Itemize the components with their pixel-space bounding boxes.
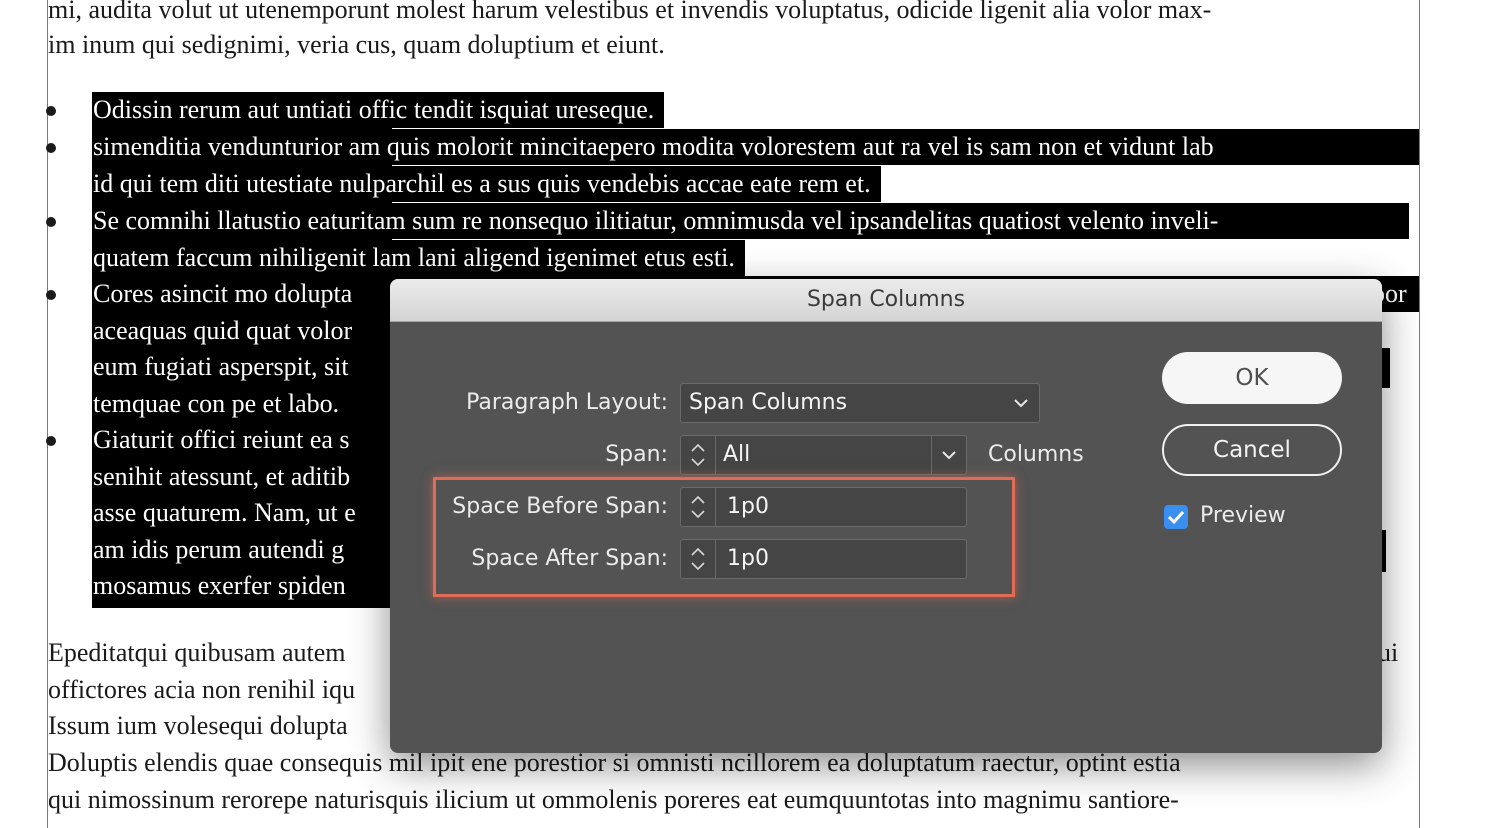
bullet-icon [46, 290, 56, 300]
body-text-line: mi, audita volut ut utenemporunt molest … [48, 0, 1212, 24]
cancel-button[interactable]: Cancel [1162, 424, 1342, 476]
bullet-icon [46, 143, 56, 153]
paragraph-layout-value: Span Columns [689, 390, 848, 415]
chevron-down-icon[interactable] [690, 457, 706, 467]
span-dropdown-button[interactable] [931, 436, 966, 474]
checkmark-icon [1167, 510, 1185, 525]
selected-bullet-text[interactable]: senihit atessunt, et aditib [93, 459, 361, 495]
selected-bullet-text[interactable]: quatem faccum nihiligenit lam lani alige… [93, 240, 745, 276]
preview-label[interactable]: Preview [1200, 503, 1286, 528]
selected-bullet-text[interactable]: asse quaturem. Nam, ut e [93, 495, 366, 531]
selected-bullet-text[interactable]: Odissin rerum aut untiati offic tendit i… [93, 92, 665, 128]
span-unit-label: Columns [988, 442, 1084, 467]
selected-bullet-text[interactable]: Se comnihi llatustio eaturitam sum re no… [93, 203, 1409, 239]
bullet-icon [46, 436, 56, 446]
selected-bullet-text[interactable]: id qui tem diti utestiate nulparchil es … [93, 166, 881, 202]
selected-bullet-text[interactable]: am idis perum autendi g [93, 532, 355, 568]
chevron-down-icon [1014, 399, 1028, 408]
selected-bullet-text[interactable]: Giaturit offici reiunt ea s [93, 422, 360, 458]
body-text-line: im inum qui sedignimi, veria cus, quam d… [48, 30, 665, 59]
bullet-icon [46, 217, 56, 227]
span-label: Span: [605, 442, 668, 467]
preview-checkbox[interactable] [1164, 505, 1188, 529]
body-text-line: offictores acia non renihil iqu [48, 675, 356, 704]
span-value: All [723, 442, 751, 467]
selected-bullet-text[interactable]: aceaquas quid quat volor [93, 313, 363, 349]
annotation-highlight-box [433, 477, 1015, 597]
span-stepper[interactable] [681, 436, 716, 474]
chevron-down-icon [942, 451, 956, 460]
bullet-icon [46, 106, 56, 116]
span-combobox[interactable]: All [680, 435, 967, 475]
ok-button[interactable]: OK [1162, 352, 1342, 404]
body-text-line: qui nimossinum rerorepe naturisquis ilic… [48, 785, 1179, 814]
body-text-line: Issum ium volesequi dolupta [48, 711, 348, 740]
selected-bullet-text[interactable]: simenditia vendunturior am quis molorit … [93, 129, 1419, 165]
paragraph-layout-label: Paragraph Layout: [466, 390, 668, 415]
span-columns-dialog: Span Columns Paragraph Layout: Span Colu… [390, 279, 1382, 753]
selected-bullet-text[interactable]: eum fugiati asperspit, sit [93, 349, 359, 385]
dialog-title: Span Columns [390, 279, 1382, 322]
paragraph-layout-select[interactable]: Span Columns [680, 383, 1040, 423]
selected-bullet-text[interactable]: mosamus exerfer spiden [93, 568, 356, 604]
selected-bullet-text[interactable]: temquae con pe et labo. [93, 386, 350, 422]
right-margin-guide [1419, 0, 1420, 828]
chevron-up-icon[interactable] [690, 443, 706, 453]
body-text-line: Epeditatqui quibusam autem [48, 638, 346, 667]
